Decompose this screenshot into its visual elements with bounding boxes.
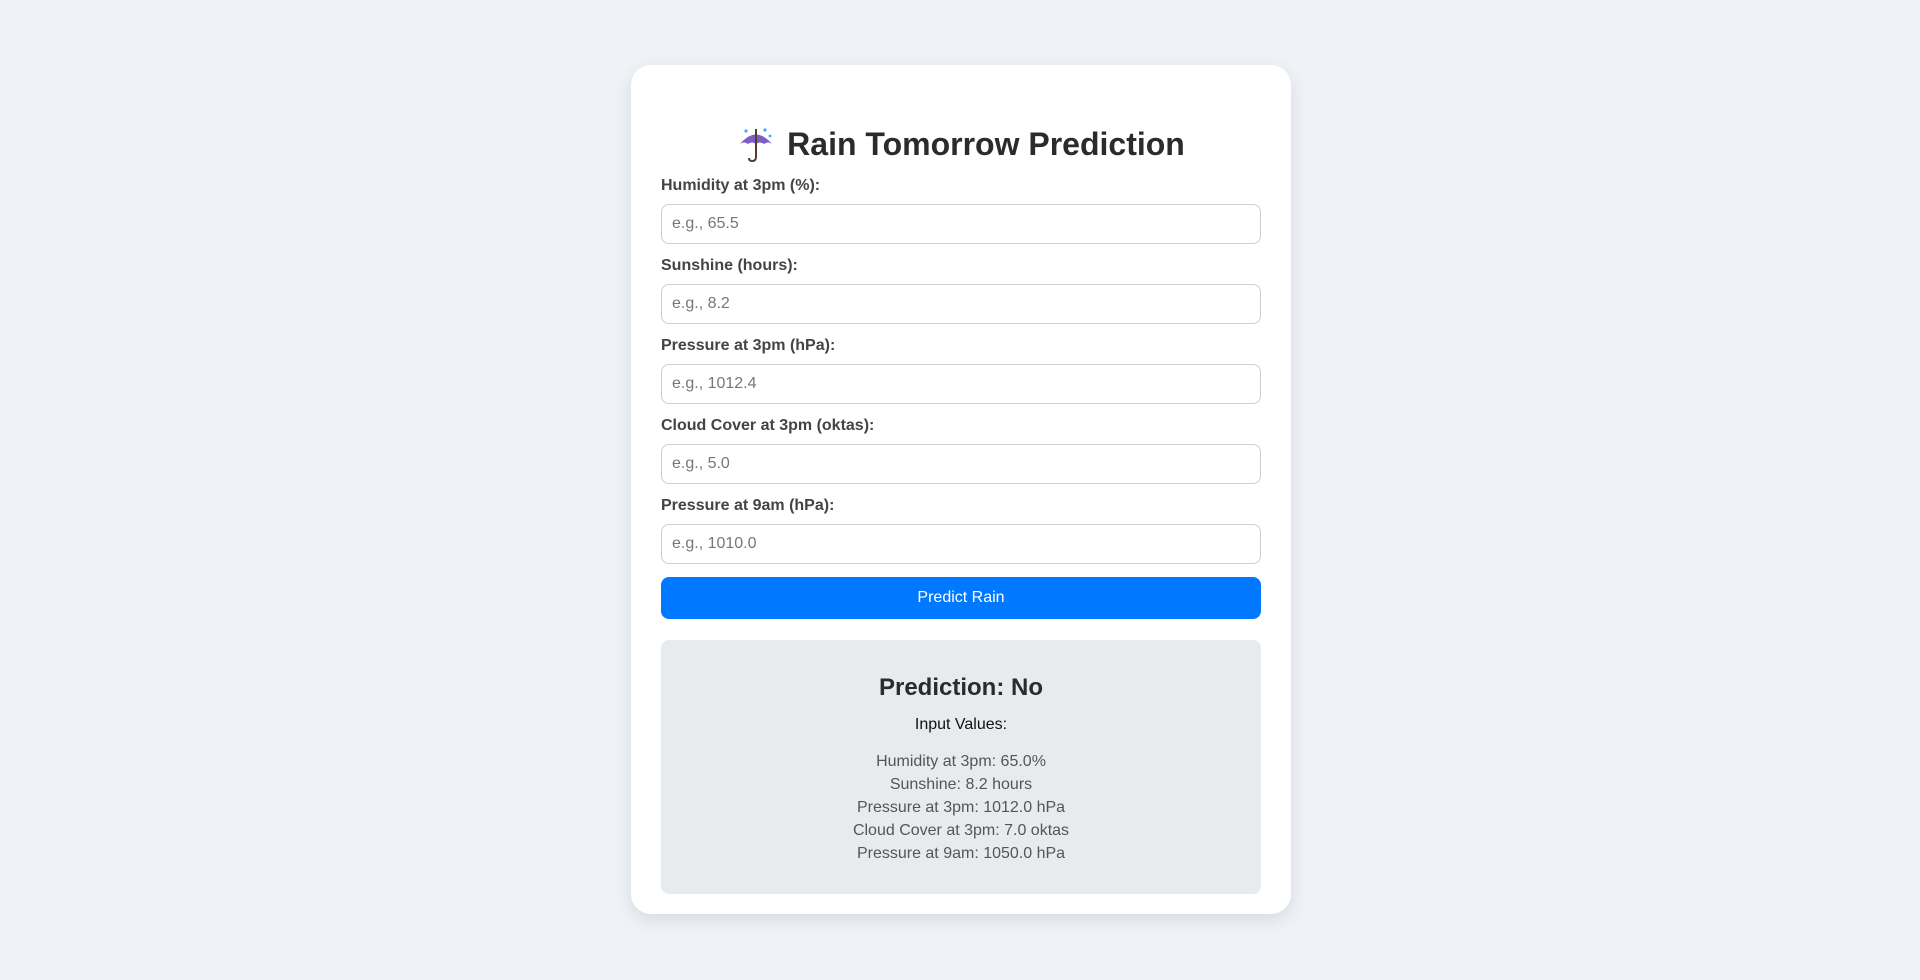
input-value-item: Humidity at 3pm: 65.0% [876, 753, 1046, 770]
input-value-item: Sunshine: 8.2 hours [889, 776, 1033, 793]
pressure-9am-label: Pressure at 9am (hPa): [661, 497, 835, 514]
sunshine-label: Sunshine (hours): [661, 257, 798, 274]
prediction-card: Rain Tomorrow Prediction Humidity at 3pm… [631, 65, 1291, 914]
pressure-9am-input[interactable] [661, 524, 1261, 564]
input-values-list: Humidity at 3pm: 65.0% Sunshine: 8.2 hou… [661, 750, 1261, 865]
humidity-label: Humidity at 3pm (%): [661, 177, 821, 194]
prediction-result-title: Prediction: No [878, 674, 1043, 701]
umbrella-with-rain-icon [737, 125, 775, 163]
cloud-cover-label: Cloud Cover at 3pm (oktas): [661, 417, 875, 434]
page-title: Rain Tomorrow Prediction [661, 119, 1261, 169]
pressure-3pm-field-group: Pressure at 3pm (hPa): [661, 337, 1261, 404]
cloud-cover-input[interactable] [661, 444, 1261, 484]
predict-rain-button[interactable]: Predict Rain [661, 577, 1261, 619]
input-values-heading: Input Values: [914, 716, 1008, 733]
pressure-3pm-label: Pressure at 3pm (hPa): [661, 337, 836, 354]
prediction-result-panel: Prediction: No Input Values: Humidity at… [661, 640, 1261, 894]
humidity-input[interactable] [661, 204, 1261, 244]
input-value-item: Pressure at 3pm: 1012.0 hPa [856, 799, 1066, 816]
input-value-item: Cloud Cover at 3pm: 7.0 oktas [852, 822, 1070, 839]
pressure-3pm-input[interactable] [661, 364, 1261, 404]
pressure-9am-field-group: Pressure at 9am (hPa): [661, 497, 1261, 564]
prediction-form: Humidity at 3pm (%): Sunshine (hours): P… [661, 177, 1261, 619]
humidity-field-group: Humidity at 3pm (%): [661, 177, 1261, 244]
input-value-item: Pressure at 9am: 1050.0 hPa [856, 845, 1066, 862]
cloud-cover-field-group: Cloud Cover at 3pm (oktas): [661, 417, 1261, 484]
sunshine-input[interactable] [661, 284, 1261, 324]
sunshine-field-group: Sunshine (hours): [661, 257, 1261, 324]
page-title-text: Rain Tomorrow Prediction [787, 125, 1185, 162]
